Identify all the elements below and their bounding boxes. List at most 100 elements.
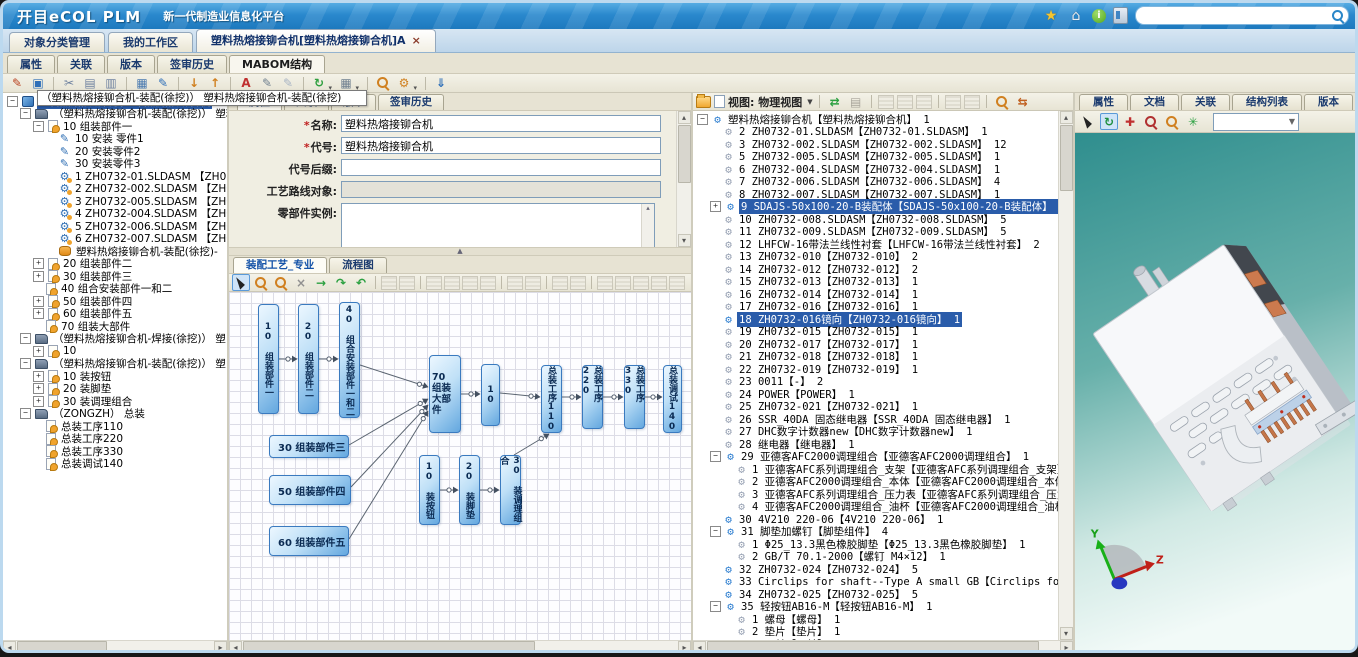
link-curve-down-icon[interactable]: ↶ — [352, 274, 370, 291]
cut-icon[interactable]: ✂ — [60, 75, 78, 92]
form-vscrollbar[interactable]: ▴ ▾ — [676, 111, 691, 247]
settings-icon[interactable]: ⚙▾ — [395, 75, 413, 92]
align-tool-icon[interactable] — [525, 276, 541, 290]
flow-node-a330[interactable]: 总装工序330 — [624, 365, 645, 429]
expand-icon[interactable]: + — [33, 371, 44, 382]
flow-node-z40[interactable]: 40 组合安装部件一和二 — [339, 302, 360, 418]
view-mode-icon[interactable]: ▦▾ — [337, 75, 355, 92]
align-tool-icon[interactable] — [615, 276, 631, 290]
process-tree-hscrollbar[interactable]: ◂ ▸ — [3, 640, 227, 653]
report-icon[interactable]: ✎ — [154, 75, 172, 92]
scroll-up-icon[interactable]: ▴ — [1060, 111, 1073, 124]
align-tool-icon[interactable] — [597, 276, 613, 290]
view-selector[interactable]: 视图: 物理视图 — [728, 94, 802, 110]
tab-我的工作区[interactable]: 我的工作区 — [108, 32, 193, 52]
flow-node-z50[interactable]: 50 组装部件四 — [269, 475, 351, 505]
panel-splitter[interactable]: ▲ — [229, 247, 691, 256]
search-doc-icon[interactable] — [993, 93, 1011, 110]
expand-icon[interactable]: + — [33, 296, 44, 307]
flow-node-b10[interactable]: 10 装按钮 — [419, 455, 440, 525]
collapse-icon[interactable]: − — [697, 114, 708, 125]
window-tool-icon[interactable] — [964, 95, 980, 109]
expand-icon[interactable]: + — [33, 271, 44, 282]
exit-icon[interactable] — [1113, 7, 1128, 24]
export-icon[interactable]: ⇓ — [432, 75, 450, 92]
collapse-icon[interactable]: − — [710, 601, 721, 612]
expand-icon[interactable]: + — [33, 396, 44, 407]
collapse-icon[interactable]: − — [710, 451, 721, 462]
zoom-fit-icon[interactable]: ✳ — [1184, 113, 1202, 130]
paste-icon[interactable]: ▥ — [102, 75, 120, 92]
save-icon[interactable]: ▣ — [29, 75, 47, 92]
checkout-icon[interactable]: ↓ — [185, 75, 203, 92]
tab-对象分类管理[interactable]: 对象分类管理 — [9, 32, 105, 52]
lock-edit-icon[interactable]: ✎ — [258, 75, 276, 92]
edit-icon[interactable]: ✎ — [8, 75, 26, 92]
collapse-icon[interactable]: − — [20, 108, 31, 119]
flow-node-z30[interactable]: 30 组装部件三 — [269, 435, 349, 458]
open-folder-icon[interactable] — [696, 96, 711, 108]
select-cursor-icon[interactable] — [1079, 113, 1097, 130]
tab-流程图[interactable]: 流程图 — [329, 257, 387, 273]
copy-icon[interactable]: ▤ — [81, 75, 99, 92]
tab-关联[interactable]: 关联 — [1181, 94, 1230, 110]
flow-node-a220[interactable]: 总装工序220 — [582, 365, 603, 429]
flow-node-p10[interactable]: 10 — [481, 364, 500, 426]
scroll-down-icon[interactable]: ▾ — [678, 234, 691, 247]
scroll-left-icon[interactable]: ◂ — [3, 641, 16, 653]
零部件实例-field[interactable]: ▴▾ — [341, 203, 655, 247]
window-tool-icon[interactable] — [916, 95, 932, 109]
工艺路线对象-field[interactable] — [341, 181, 661, 198]
scroll-right-icon[interactable]: ▸ — [1060, 641, 1073, 653]
代号-field[interactable] — [341, 137, 661, 154]
tree-item[interactable]: −（塑料热熔接铆合机-焊接(徐挖)） 塑 — [5, 333, 227, 346]
flow-node-b30[interactable]: 30 装调理组合 — [500, 455, 521, 525]
zoom-window-icon[interactable] — [1163, 113, 1181, 130]
new-page-icon[interactable] — [714, 95, 725, 108]
flow-diagram-canvas[interactable]: 10 组装部件一20 组装部件二40 组合安装部件一和二70 组装大部件10总装… — [229, 292, 691, 640]
expand-icon[interactable]: + — [33, 258, 44, 269]
flow-node-a140[interactable]: 总装调试140 — [663, 365, 682, 433]
flow-node-z60[interactable]: 60 组装部件五 — [269, 526, 349, 556]
tab-版本[interactable]: 版本 — [1304, 94, 1353, 110]
scroll-left-icon[interactable]: ◂ — [229, 641, 242, 653]
cad-viewport[interactable]: Y Z — [1075, 133, 1355, 653]
rotate-icon[interactable]: ↻ — [1100, 113, 1118, 130]
tab-关联[interactable]: 关联 — [57, 55, 105, 73]
search-icon[interactable] — [1332, 10, 1344, 22]
collapse-icon[interactable]: − — [710, 526, 721, 537]
home-icon[interactable]: ⌂ — [1067, 7, 1085, 25]
tab-签审历史[interactable]: 签审历史 — [378, 94, 444, 110]
tree-item[interactable]: −（塑料热熔接铆合机-装配(徐挖)） 塑 — [5, 358, 227, 371]
align-tool-icon[interactable] — [399, 276, 415, 290]
link-straight-icon[interactable]: → — [312, 274, 330, 291]
tab-MABOM结构[interactable]: MABOM结构 — [229, 55, 325, 73]
align-tool-icon[interactable] — [480, 276, 496, 290]
scroll-up-icon[interactable]: ▴ — [646, 204, 650, 212]
flow-node-z70[interactable]: 70 组装大部件 — [429, 355, 461, 433]
flow-hscrollbar[interactable]: ◂ ▸ — [229, 640, 691, 653]
sync-icon[interactable]: ⇆ — [1014, 93, 1032, 110]
scroll-thumb[interactable] — [678, 125, 691, 183]
flow-node-a110[interactable]: 总装工序110 — [541, 365, 562, 433]
zoom-in-icon[interactable] — [252, 274, 270, 291]
structure-hscrollbar[interactable]: ◂ ▸ — [693, 640, 1073, 653]
scroll-thumb[interactable] — [1060, 125, 1073, 191]
structure-vscrollbar[interactable]: ▴ ▾ — [1058, 111, 1073, 640]
align-tool-icon[interactable] — [507, 276, 523, 290]
collapse-icon[interactable]: − — [20, 358, 31, 369]
collapse-icon[interactable]: − — [20, 333, 31, 344]
align-tool-icon[interactable] — [381, 276, 397, 290]
collapse-icon[interactable]: − — [20, 408, 31, 419]
expand-icon[interactable]: + — [33, 308, 44, 319]
scroll-thumb[interactable] — [243, 641, 535, 653]
tab-属性[interactable]: 属性 — [1079, 94, 1128, 110]
favorites-star-icon[interactable]: ★ — [1042, 7, 1060, 25]
flow-node-b20[interactable]: 20 装脚垫 — [459, 455, 480, 525]
scroll-left-icon[interactable]: ◂ — [693, 641, 706, 653]
search-input[interactable] — [1144, 8, 1332, 23]
tab-版本[interactable]: 版本 — [107, 55, 155, 73]
textarea-scrollbar[interactable]: ▴▾ — [641, 204, 654, 247]
window-tool-icon[interactable] — [945, 95, 961, 109]
tab-结构列表[interactable]: 结构列表 — [1232, 94, 1302, 110]
